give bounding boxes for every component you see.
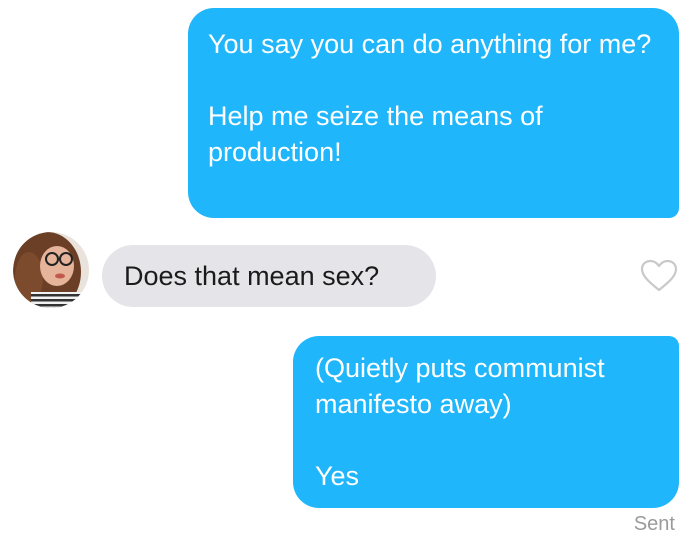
avatar-image — [13, 232, 89, 308]
avatar[interactable] — [13, 232, 89, 308]
outgoing-message-bubble[interactable]: You say you can do anything for me? Help… — [188, 8, 679, 218]
chat-thread: You say you can do anything for me? Help… — [0, 0, 700, 539]
delivery-status-label: Sent — [633, 513, 675, 535]
incoming-message-bubble[interactable]: Does that mean sex? — [102, 245, 436, 307]
outgoing-message-bubble[interactable]: (Quietly puts communist manifesto away) … — [293, 336, 679, 508]
heart-outline-icon[interactable] — [640, 259, 678, 293]
